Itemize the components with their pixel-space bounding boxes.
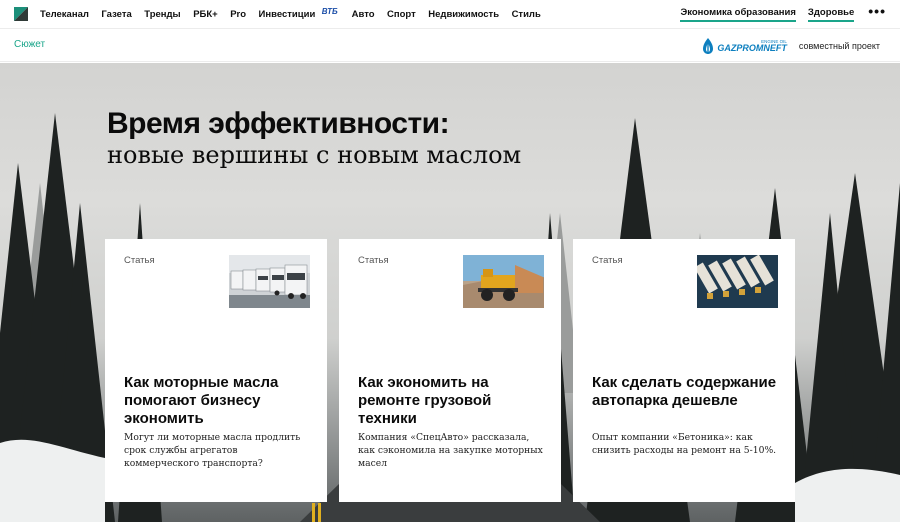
card-thumbnail-dump-truck	[463, 255, 544, 308]
more-menu-icon[interactable]: •••	[868, 3, 886, 19]
nav-item-pro[interactable]: Pro	[230, 9, 246, 20]
nav-item-sport[interactable]: Спорт	[387, 9, 416, 20]
nav-item-style[interactable]: Стиль	[512, 9, 541, 20]
hero-title: Время эффективности: новые вершины с нов…	[107, 107, 527, 169]
card-type-label: Статья	[358, 255, 389, 266]
nav-item-education-economy[interactable]: Экономика образования	[680, 7, 796, 22]
card-description: Компания «СпецАвто» рассказала, как сэко…	[358, 432, 543, 469]
card-thumbnail-trucks	[229, 255, 310, 308]
nav-item-auto[interactable]: Авто	[352, 9, 375, 20]
card-title: Как сделать содержание автопарка дешевле	[592, 374, 777, 409]
rbc-logo-icon[interactable]	[14, 7, 28, 21]
nav-item-newspaper[interactable]: Газета	[101, 9, 131, 20]
nav-item-rbc-plus[interactable]: РБК+	[193, 9, 218, 20]
card-description: Могут ли моторные масла продлить срок сл…	[124, 432, 301, 469]
article-card-3[interactable]: Статья Как сделать содержание автопарка …	[573, 239, 795, 502]
story-link[interactable]: Сюжет	[14, 39, 45, 50]
nav-item-trends[interactable]: Тренды	[144, 9, 180, 20]
partner-name: GAZPROMNEFT	[717, 43, 787, 53]
article-card-1[interactable]: Статья Как моторные масла помогают бизне…	[105, 239, 327, 502]
hero-title-line1: Время эффективности:	[107, 107, 450, 140]
card-title: Как моторные масла помогают бизнесу экон…	[124, 374, 279, 427]
hero-title-line2: новые вершины с новым маслом	[107, 141, 522, 169]
gazprom-flame-icon	[703, 38, 714, 54]
vtb-sponsor-logo: ВТБ	[321, 6, 338, 16]
card-title: Как экономить на ремонте грузовой техник…	[358, 374, 492, 427]
story-bar: Сюжет ENGINE OIL GAZPROMNEFT совместный …	[0, 28, 900, 62]
partner-block: ENGINE OIL GAZPROMNEFT совместный проект	[701, 33, 880, 59]
nav-items: Телеканал Газета Тренды РБК+ Pro Инвести…	[40, 6, 553, 20]
nav-item-tv[interactable]: Телеканал	[40, 9, 89, 20]
nav-item-investments[interactable]: Инвестиции	[259, 9, 316, 20]
nav-right: Экономика образования Здоровье •••	[668, 0, 886, 28]
card-type-label: Статья	[592, 255, 623, 266]
card-description: Опыт компании «Бетоника»: как снизить ра…	[592, 432, 777, 456]
gazpromneft-logo[interactable]: ENGINE OIL GAZPROMNEFT	[701, 37, 787, 55]
nav-item-health[interactable]: Здоровье	[807, 7, 855, 22]
joint-project-label: совместный проект	[798, 41, 880, 51]
top-navigation: Телеканал Газета Тренды РБК+ Pro Инвести…	[0, 0, 900, 28]
nav-item-realty[interactable]: Недвижимость	[428, 9, 499, 20]
card-thumbnail-mixers	[697, 255, 778, 308]
article-card-2[interactable]: Статья Как экономить на ремонте грузовой…	[339, 239, 561, 502]
card-type-label: Статья	[124, 255, 155, 266]
